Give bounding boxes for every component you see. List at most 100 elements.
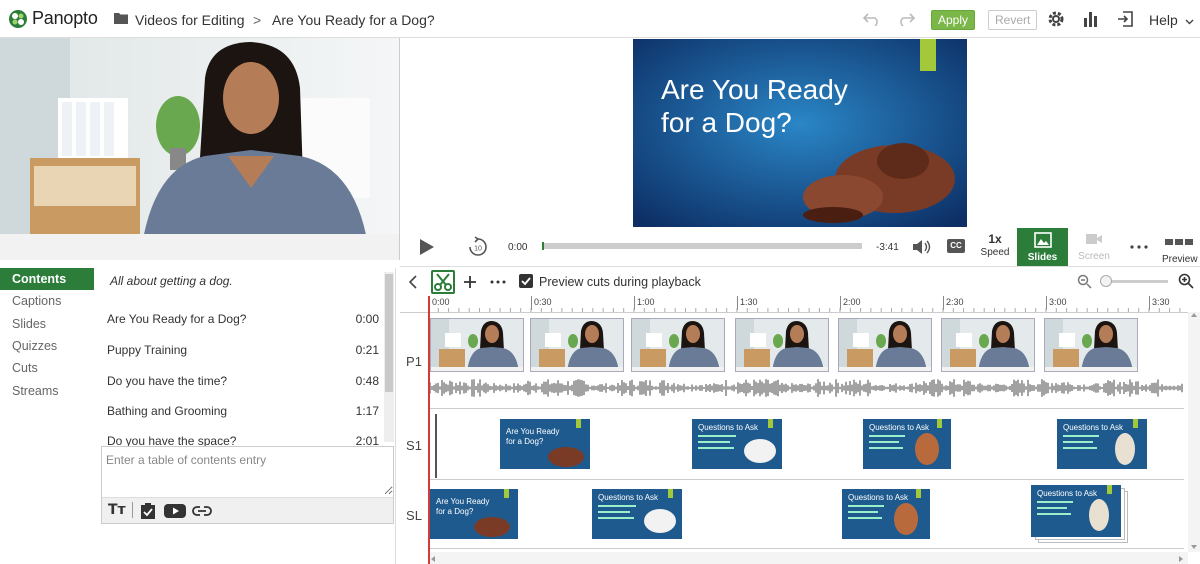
redo-icon[interactable] bbox=[896, 12, 916, 26]
presenter-video-frame bbox=[0, 38, 399, 260]
video-thumbnail-frame bbox=[531, 319, 623, 371]
cut-tool-button[interactable] bbox=[431, 270, 455, 294]
scroll-up-icon[interactable] bbox=[1190, 312, 1198, 318]
progress-bar[interactable] bbox=[542, 242, 862, 250]
more-options-icon[interactable] bbox=[1130, 245, 1148, 249]
preview-cuts-checkbox[interactable] bbox=[519, 274, 533, 288]
youtube-icon[interactable] bbox=[164, 503, 186, 519]
zoom-out-icon[interactable] bbox=[1077, 274, 1092, 289]
screen-view-button[interactable]: Screen bbox=[1078, 232, 1110, 264]
timeline-toolbar: Preview cuts during playback bbox=[400, 266, 1200, 296]
slide-thumbnail-title: Are You Ready for a Dog? bbox=[436, 497, 490, 516]
revert-button[interactable]: Revert bbox=[988, 10, 1038, 30]
volume-icon[interactable] bbox=[912, 238, 932, 256]
quiz-checklist-icon[interactable] bbox=[140, 502, 156, 520]
help-label: Help bbox=[1149, 12, 1178, 28]
editor-tabs: Contents Captions Slides Quizzes Cuts St… bbox=[0, 268, 100, 564]
timeline-horizontal-scrollbar[interactable] bbox=[428, 552, 1188, 564]
slide-thumbnail[interactable]: Are You Ready for a Dog? bbox=[500, 419, 590, 469]
tab-streams[interactable]: Streams bbox=[0, 380, 94, 402]
tab-cuts[interactable]: Cuts bbox=[0, 357, 94, 379]
video-thumbnail-frame bbox=[632, 319, 724, 371]
toc-entry-title: Puppy Training bbox=[107, 343, 188, 357]
slide-thumbnail[interactable]: Questions to Ask bbox=[1031, 485, 1121, 537]
exit-icon[interactable] bbox=[1116, 10, 1134, 28]
preview-layout-button[interactable]: Preview bbox=[1162, 234, 1198, 265]
rewind-10-icon[interactable]: 10 bbox=[467, 236, 489, 258]
slide-list-track[interactable]: Are You Ready for a Dog? Questions to As… bbox=[428, 481, 1184, 549]
chevron-down-icon bbox=[1185, 19, 1194, 25]
more-options-icon[interactable] bbox=[490, 280, 506, 284]
screen-label: Screen bbox=[1078, 251, 1110, 262]
breadcrumb-folder[interactable]: Videos for Editing bbox=[135, 12, 244, 28]
slide-preview-pane[interactable]: Are You Ready for a Dog? bbox=[633, 39, 967, 227]
video-thumbnail-frame bbox=[1045, 319, 1137, 371]
video-thumbnail[interactable] bbox=[631, 318, 725, 372]
stats-icon[interactable] bbox=[1083, 10, 1099, 28]
scrollbar-thumb[interactable] bbox=[385, 274, 393, 392]
slide-thumbnail[interactable]: Questions to Ask bbox=[692, 419, 782, 469]
slide-thumbnail-title: Questions to Ask bbox=[598, 493, 659, 502]
panopto-logo[interactable]: Panopto bbox=[8, 8, 98, 29]
toc-entry[interactable]: Are You Ready for a Dog? 0:00 bbox=[107, 312, 379, 332]
video-thumbnail[interactable] bbox=[1044, 318, 1138, 372]
progress-handle[interactable] bbox=[542, 242, 544, 250]
text-format-icon[interactable]: Tт bbox=[108, 502, 126, 518]
apply-button[interactable]: Apply bbox=[931, 10, 976, 30]
slide-thumbnail[interactable]: Questions to Ask bbox=[1057, 419, 1147, 469]
playhead[interactable] bbox=[428, 296, 430, 564]
slide-thumbnail-title: Questions to Ask bbox=[848, 493, 909, 502]
timeline-ruler[interactable]: 0:00 0:30 1:00 1:30 2:00 2:30 3:00 3:30 bbox=[428, 296, 1188, 312]
camera-icon bbox=[1086, 234, 1102, 244]
toc-entry-input[interactable] bbox=[102, 447, 393, 495]
slide-thumbnail[interactable]: Questions to Ask bbox=[842, 489, 930, 539]
slide-thumbnail[interactable]: Questions to Ask bbox=[592, 489, 682, 539]
speed-label: Speed bbox=[980, 247, 1010, 258]
tab-slides[interactable]: Slides bbox=[0, 313, 94, 335]
slide-thumbnail[interactable]: Are You Ready for a Dog? bbox=[430, 489, 518, 539]
video-thumbnail[interactable] bbox=[430, 318, 524, 372]
scissors-icon bbox=[434, 273, 452, 291]
chevron-left-icon[interactable] bbox=[409, 275, 417, 289]
plus-icon[interactable] bbox=[463, 275, 477, 289]
zoom-slider[interactable] bbox=[1100, 275, 1168, 287]
primary-video-track[interactable] bbox=[428, 313, 1184, 409]
slides-view-button[interactable]: Slides bbox=[1017, 228, 1068, 266]
scroll-right-icon[interactable] bbox=[1178, 555, 1184, 563]
closed-captions-button[interactable]: CC bbox=[947, 239, 965, 253]
tab-quizzes[interactable]: Quizzes bbox=[0, 335, 94, 357]
video-thumbnail[interactable] bbox=[530, 318, 624, 372]
toc-entry[interactable]: Bathing and Grooming 1:17 bbox=[107, 404, 379, 424]
tab-contents[interactable]: Contents bbox=[0, 268, 94, 290]
undo-icon[interactable] bbox=[862, 12, 882, 26]
contents-scrollbar[interactable] bbox=[384, 272, 394, 442]
track-label-p1: P1 bbox=[406, 354, 422, 369]
link-icon[interactable] bbox=[192, 505, 212, 517]
session-description[interactable]: All about getting a dog. bbox=[110, 274, 233, 288]
camera-video-pane[interactable] bbox=[0, 38, 400, 260]
toc-entry-editor: Tт bbox=[101, 446, 394, 524]
video-thumbnail[interactable] bbox=[838, 318, 932, 372]
speed-button[interactable]: 1x Speed bbox=[980, 232, 1010, 264]
video-thumbnail[interactable] bbox=[941, 318, 1035, 372]
zoom-slider-handle[interactable] bbox=[1100, 275, 1112, 287]
scroll-left-icon[interactable] bbox=[430, 555, 436, 563]
toc-entry[interactable]: Do you have the time? 0:48 bbox=[107, 374, 379, 394]
timeline-vertical-scrollbar[interactable] bbox=[1188, 312, 1200, 552]
play-icon[interactable] bbox=[419, 238, 435, 256]
video-thumbnail-frame bbox=[736, 319, 828, 371]
tab-captions[interactable]: Captions bbox=[0, 290, 94, 312]
logo-text: Panopto bbox=[32, 8, 98, 28]
scroll-down-icon[interactable] bbox=[1190, 544, 1198, 550]
toc-entry[interactable]: Puppy Training 0:21 bbox=[107, 343, 379, 363]
slide-thumbnail-title: Questions to Ask bbox=[869, 423, 930, 432]
toolbar-divider bbox=[132, 502, 133, 518]
secondary-slides-track[interactable]: Are You Ready for a Dog? Questions to As… bbox=[428, 410, 1184, 480]
slide-title-line-1: Are You Ready bbox=[661, 74, 848, 105]
player-controls: 10 0:00 -3:41 CC 1x Speed Slides Screen … bbox=[400, 228, 1200, 266]
help-menu[interactable]: Help bbox=[1149, 12, 1194, 28]
video-thumbnail[interactable] bbox=[735, 318, 829, 372]
gear-icon[interactable] bbox=[1047, 10, 1065, 28]
slide-thumbnail[interactable]: Questions to Ask bbox=[863, 419, 951, 469]
zoom-in-icon[interactable] bbox=[1178, 273, 1194, 289]
